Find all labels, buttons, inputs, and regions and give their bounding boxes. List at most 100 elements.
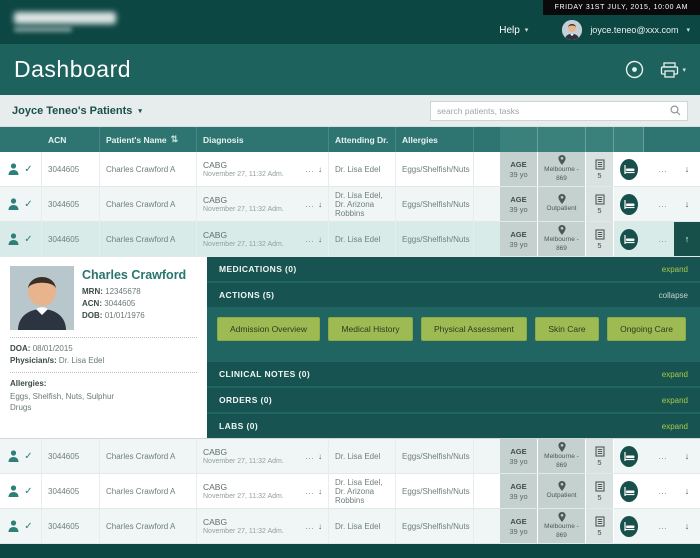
expand-row-button[interactable]: ↑ — [674, 222, 700, 256]
bed-status-icon[interactable] — [620, 446, 638, 467]
bed-status-icon[interactable] — [620, 516, 638, 537]
action-medical-history[interactable]: Medical History — [328, 317, 412, 341]
row-more-icon[interactable]: … — [658, 164, 668, 174]
row-more-icon[interactable]: … — [658, 451, 668, 461]
row-actions-cell[interactable]: … ↓ — [644, 439, 700, 473]
diagnosis-more-icon[interactable]: … — [305, 451, 315, 461]
row-more-icon[interactable]: … — [658, 521, 668, 531]
sort-icon[interactable]: ⇅ — [171, 134, 179, 145]
search-icon[interactable] — [670, 105, 681, 116]
row-actions-cell[interactable]: … ↓ — [644, 474, 700, 508]
diagnosis-more-icon[interactable]: … — [305, 199, 315, 209]
row-more-icon[interactable]: … — [658, 199, 668, 209]
patients-filter-dropdown[interactable]: Joyce Teneo's Patients ▾ — [12, 105, 142, 117]
bed-status-icon[interactable] — [620, 481, 638, 502]
expand-row-button[interactable]: ↓ — [674, 152, 700, 186]
row-actions-cell[interactable]: … ↑ — [644, 222, 700, 256]
diagnosis-expand-icon[interactable]: ↓ — [318, 165, 322, 174]
expand-row-button[interactable]: ↓ — [674, 187, 700, 221]
section-labs[interactable]: LABS (0) expand — [207, 414, 700, 438]
row-select-cell[interactable]: ✓ — [0, 509, 42, 543]
diagnosis-expand-icon[interactable]: ↓ — [318, 452, 322, 461]
tasks-cell[interactable]: 5 — [586, 152, 614, 186]
action-ongoing-care[interactable]: Ongoing Care — [607, 317, 686, 341]
status-cell[interactable] — [614, 474, 644, 508]
diagnosis-expand-icon[interactable]: ↓ — [318, 235, 322, 244]
section-orders[interactable]: ORDERS (0) expand — [207, 388, 700, 412]
search-box[interactable] — [430, 101, 688, 121]
table-row[interactable]: ✓ 3044605 Charles Crawford A CABG Novemb… — [0, 474, 700, 509]
status-cell[interactable] — [614, 509, 644, 543]
help-menu[interactable]: Help ▾ — [499, 25, 528, 36]
row-select-cell[interactable]: ✓ — [0, 152, 42, 186]
patient-name-cell[interactable]: Charles Crawford A — [100, 152, 197, 186]
table-row[interactable]: ✓ 3044605 Charles Crawford A CABG Novemb… — [0, 439, 700, 474]
collapse-link[interactable]: collapse — [659, 291, 688, 300]
bed-status-icon[interactable] — [620, 159, 638, 180]
status-cell[interactable] — [614, 187, 644, 221]
table-row[interactable]: ✓ 3044605 Charles Crawford A CABG Novemb… — [0, 187, 700, 222]
expand-row-button[interactable]: ↓ — [674, 439, 700, 473]
tasks-cell[interactable]: 5 — [586, 474, 614, 508]
expand-link[interactable]: expand — [662, 370, 688, 379]
table-row[interactable]: ✓ 3044605 Charles Crawford A CABG Novemb… — [0, 222, 700, 257]
row-select-cell[interactable]: ✓ — [0, 222, 42, 256]
user-email[interactable]: joyce.teneo@xxx.com — [590, 25, 678, 35]
status-cell[interactable] — [614, 222, 644, 256]
diagnosis-more-icon[interactable]: … — [305, 486, 315, 496]
bed-status-icon[interactable] — [620, 229, 638, 250]
status-cell[interactable] — [614, 439, 644, 473]
expand-row-button[interactable]: ↓ — [674, 509, 700, 543]
row-more-icon[interactable]: … — [658, 234, 668, 244]
table-row[interactable]: ✓ 3044605 Charles Crawford A CABG Novemb… — [0, 152, 700, 187]
tasks-cell[interactable]: 5 — [586, 439, 614, 473]
patient-name-cell[interactable]: Charles Crawford A — [100, 439, 197, 473]
record-target-icon[interactable] — [625, 60, 644, 79]
row-select-cell[interactable]: ✓ — [0, 439, 42, 473]
diagnosis-more-icon[interactable]: … — [305, 234, 315, 244]
action-physical-assessment[interactable]: Physical Assessment — [421, 317, 527, 341]
row-actions-cell[interactable]: … ↓ — [644, 152, 700, 186]
expand-link[interactable]: expand — [662, 422, 688, 431]
section-actions[interactable]: ACTIONS (5) collapse — [207, 283, 700, 307]
col-patient-name[interactable]: Patient's Name ⇅ — [100, 127, 197, 152]
patient-name-cell[interactable]: Charles Crawford A — [100, 222, 197, 256]
tasks-cell[interactable]: 5 — [586, 187, 614, 221]
diagnosis-more-icon[interactable]: … — [305, 164, 315, 174]
diagnosis-expand-icon[interactable]: ↓ — [318, 200, 322, 209]
diagnosis-expand-icon[interactable]: ↓ — [318, 522, 322, 531]
expand-row-button[interactable]: ↓ — [674, 474, 700, 508]
patient-name-cell[interactable]: Charles Crawford A — [100, 509, 197, 543]
print-menu-icon[interactable]: ▾ — [660, 62, 686, 78]
row-actions-cell[interactable]: … ↓ — [644, 187, 700, 221]
col-allergies[interactable]: Allergies — [396, 127, 474, 152]
action-admission-overview[interactable]: Admission Overview — [217, 317, 320, 341]
section-medications[interactable]: MEDICATIONS (0) expand — [207, 257, 700, 281]
patient-name-value: Charles Crawford A — [106, 235, 175, 244]
user-menu-chevron-icon[interactable]: ▾ — [686, 26, 690, 34]
row-actions-cell[interactable]: … ↓ — [644, 509, 700, 543]
patient-name-cell[interactable]: Charles Crawford A — [100, 187, 197, 221]
row-select-cell[interactable]: ✓ — [0, 474, 42, 508]
user-avatar[interactable] — [562, 20, 582, 40]
row-select-cell[interactable]: ✓ — [0, 187, 42, 221]
search-input[interactable] — [437, 106, 670, 116]
diagnosis-more-icon[interactable]: … — [305, 521, 315, 531]
tasks-cell[interactable]: 5 — [586, 509, 614, 543]
row-more-icon[interactable]: … — [658, 486, 668, 496]
patient-name-cell[interactable]: Charles Crawford A — [100, 474, 197, 508]
status-cell[interactable] — [614, 152, 644, 186]
table-body-top: ✓ 3044605 Charles Crawford A CABG Novemb… — [0, 152, 700, 257]
bed-status-icon[interactable] — [620, 194, 638, 215]
expand-link[interactable]: expand — [662, 396, 688, 405]
spacer-cell — [474, 222, 500, 256]
table-row[interactable]: ✓ 3044605 Charles Crawford A CABG Novemb… — [0, 509, 700, 544]
col-diagnosis[interactable]: Diagnosis — [197, 127, 329, 152]
col-acn[interactable]: ACN — [42, 127, 100, 152]
section-clinical-notes[interactable]: CLINICAL NOTES (0) expand — [207, 362, 700, 386]
col-attending[interactable]: Attending Dr. — [329, 127, 396, 152]
action-skin-care[interactable]: Skin Care — [535, 317, 598, 341]
diagnosis-expand-icon[interactable]: ↓ — [318, 487, 322, 496]
expand-link[interactable]: expand — [662, 265, 688, 274]
tasks-cell[interactable]: 5 — [586, 222, 614, 256]
